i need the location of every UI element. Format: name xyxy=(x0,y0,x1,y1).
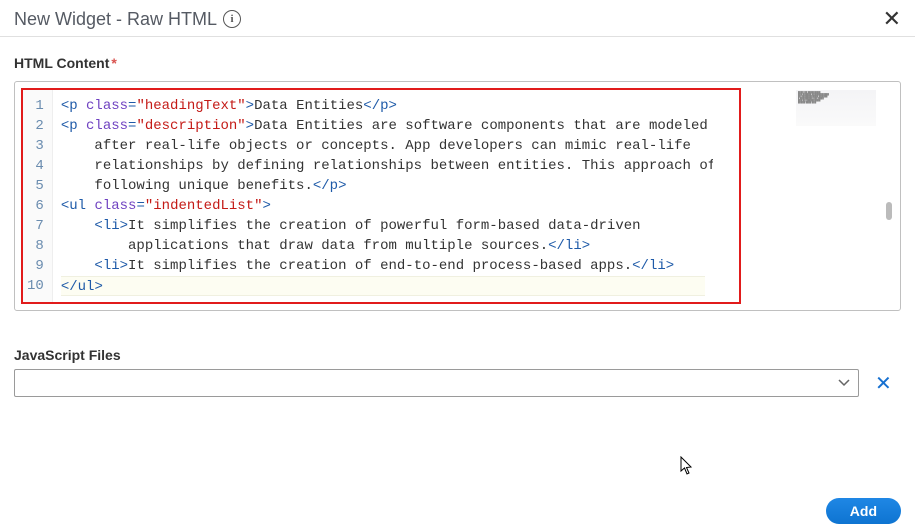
code-line[interactable]: <li>It simplifies the creation of end-to… xyxy=(61,256,705,276)
code-line[interactable]: following unique benefits.</p> xyxy=(61,176,705,196)
dialog-footer: Add xyxy=(826,498,901,524)
line-number: 7 xyxy=(27,216,44,236)
line-number: 1 xyxy=(27,96,44,116)
dialog-title: New Widget - Raw HTML xyxy=(14,9,217,30)
js-files-row: ✕ xyxy=(14,369,901,397)
code-line[interactable]: relationships by defining relationships … xyxy=(61,156,705,176)
code-area[interactable]: <p class="headingText">Data Entities</p>… xyxy=(53,90,713,302)
line-number: 10 xyxy=(27,276,44,296)
code-editor[interactable]: 12345678910 <p class="headingText">Data … xyxy=(21,88,741,304)
dialog-title-wrap: New Widget - Raw HTML i xyxy=(14,9,241,30)
close-icon[interactable]: ✕ xyxy=(883,8,901,30)
code-line[interactable]: <p class="headingText">Data Entities</p> xyxy=(61,96,705,116)
code-line[interactable]: <p class="description">Data Entities are… xyxy=(61,116,705,136)
line-number: 9 xyxy=(27,256,44,276)
code-minimap[interactable]: ████ ██ ████████████ ██████ ████████████… xyxy=(796,90,876,126)
required-indicator: * xyxy=(111,55,116,71)
code-gutter: 12345678910 xyxy=(23,90,53,302)
html-content-label-wrap: HTML Content* xyxy=(0,37,915,77)
line-number: 3 xyxy=(27,136,44,156)
code-line[interactable]: </ul> xyxy=(61,276,705,296)
code-line[interactable]: <li>It simplifies the creation of powerf… xyxy=(61,216,705,236)
info-icon[interactable]: i xyxy=(223,10,241,28)
code-line[interactable]: <ul class="indentedList"> xyxy=(61,196,705,216)
editor-scrollbar[interactable] xyxy=(886,202,892,220)
line-number: 8 xyxy=(27,236,44,256)
html-content-panel: 12345678910 <p class="headingText">Data … xyxy=(14,81,901,311)
line-number: 2 xyxy=(27,116,44,136)
mouse-cursor-icon xyxy=(680,456,694,476)
clear-js-icon[interactable]: ✕ xyxy=(875,371,892,396)
chevron-down-icon xyxy=(838,377,850,389)
line-number: 4 xyxy=(27,156,44,176)
js-files-section: JavaScript Files ✕ xyxy=(0,311,915,397)
js-files-select[interactable] xyxy=(14,369,859,397)
line-number: 5 xyxy=(27,176,44,196)
dialog-header: New Widget - Raw HTML i ✕ xyxy=(0,0,915,37)
code-line[interactable]: after real-life objects or concepts. App… xyxy=(61,136,705,156)
code-line[interactable]: applications that draw data from multipl… xyxy=(61,236,705,256)
add-button[interactable]: Add xyxy=(826,498,901,524)
line-number: 6 xyxy=(27,196,44,216)
js-files-label: JavaScript Files xyxy=(14,347,901,363)
html-content-label: HTML Content xyxy=(14,55,109,71)
